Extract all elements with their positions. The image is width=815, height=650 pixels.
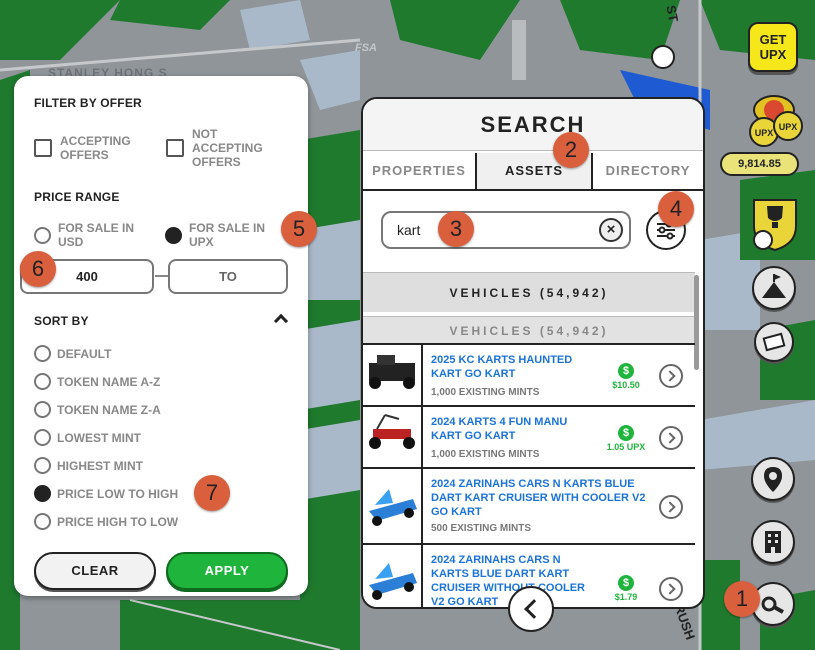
upx-label: FOR SALE IN UPX xyxy=(189,221,266,249)
chevron-left-icon[interactable] xyxy=(508,586,554,632)
item-mints: 500 EXISTING MINTS xyxy=(431,523,532,534)
not-accepting-offers-checkbox[interactable] xyxy=(166,139,184,157)
sort-option-highest-mint: HIGHEST MINT xyxy=(57,459,143,473)
item-price: 1.05 UPX xyxy=(606,442,646,452)
ticket-button[interactable] xyxy=(754,322,794,362)
sort-radio-token-a-z[interactable] xyxy=(34,373,51,390)
get-upx-button[interactable]: GET UPX xyxy=(748,22,798,72)
category-header[interactable]: VEHICLES (54,942) xyxy=(363,272,695,312)
item-name: 2025 KC KARTS HAUNTED KART GO KART xyxy=(431,354,573,380)
sort-option-price-high-low: PRICE HIGH TO LOW xyxy=(57,515,179,529)
dollar-icon: $ xyxy=(618,425,634,441)
accepting-offers-label: ACCEPTING OFFERS xyxy=(60,134,131,162)
usd-label: FOR SALE IN USD xyxy=(58,221,135,249)
sort-option-lowest-mint: LOWEST MINT xyxy=(57,431,141,445)
sort-radio-lowest-mint[interactable] xyxy=(34,429,51,446)
chevron-right-icon[interactable] xyxy=(659,495,683,519)
item-name: 2024 ZARINAHS CARS N KARTS BLUE DART KAR… xyxy=(431,478,646,518)
sort-option-default: DEFAULT xyxy=(57,347,112,361)
search-input[interactable]: kart × xyxy=(381,211,631,249)
apply-button[interactable]: APPLY xyxy=(166,552,288,590)
upx-radio[interactable] xyxy=(165,227,182,244)
item-name: 2024 ZARINAHS CARS N KARTS BLUE DART KAR… xyxy=(431,554,585,608)
item-price: $1.79 xyxy=(614,592,638,602)
item-mints: 1,000 EXISTING MINTS xyxy=(431,449,540,460)
upx-coins-icon[interactable]: UPX UPX xyxy=(748,92,808,154)
svg-text:UPX: UPX xyxy=(755,128,774,138)
mountain-flag-icon xyxy=(762,274,786,298)
dollar-icon: $ xyxy=(618,575,634,591)
not-accepting-offers-label: NOT ACCEPTING OFFERS xyxy=(192,127,263,169)
annotation-badge: 4 xyxy=(658,191,694,227)
search-panel: SEARCH PROPERTIES ASSETS DIRECTORY kart … xyxy=(361,97,705,609)
chevron-right-icon[interactable] xyxy=(659,364,683,388)
accepting-offers-checkbox[interactable] xyxy=(34,139,52,157)
price-tag: $ $1.79 xyxy=(601,573,651,602)
filter-by-offer-title: FILTER BY OFFER xyxy=(34,96,142,110)
kart-thumbnail xyxy=(363,345,423,405)
annotation-badge: 7 xyxy=(194,475,230,511)
annotation-badge: 2 xyxy=(553,132,589,168)
map-pin-icon xyxy=(764,467,782,492)
clear-button[interactable]: CLEAR xyxy=(34,552,156,590)
sort-radio-default[interactable] xyxy=(34,345,51,362)
tab-directory[interactable]: DIRECTORY xyxy=(593,153,703,189)
building-button[interactable] xyxy=(751,520,795,564)
kart-thumbnail xyxy=(363,407,423,467)
search-title: SEARCH xyxy=(363,99,703,151)
sort-radio-price-high-low[interactable] xyxy=(34,513,51,530)
chevron-right-icon[interactable] xyxy=(659,426,683,450)
item-name: 2024 KARTS 4 FUN MANU KART GO KART xyxy=(431,416,568,442)
sort-radio-price-low-high[interactable] xyxy=(34,485,51,502)
item-price: $10.50 xyxy=(612,380,640,390)
svg-text:UPX: UPX xyxy=(779,122,798,132)
max-price-input[interactable]: TO xyxy=(168,259,288,294)
trophy-icon[interactable] xyxy=(750,196,800,252)
list-item[interactable]: 2024 KARTS 4 FUN MANU KART GO KART 1,000… xyxy=(363,405,695,467)
search-query: kart xyxy=(397,222,421,238)
price-tag: $1.05 UPX xyxy=(601,423,651,452)
tab-properties[interactable]: PROPERTIES xyxy=(363,153,475,189)
dollar-icon: $ xyxy=(618,363,634,379)
sort-option-token-z-a: TOKEN NAME Z-A xyxy=(57,403,161,417)
location-button[interactable] xyxy=(751,457,795,501)
search-tabs: PROPERTIES ASSETS DIRECTORY xyxy=(363,153,703,191)
sort-radio-token-z-a[interactable] xyxy=(34,401,51,418)
chevron-up-icon[interactable] xyxy=(273,313,289,329)
sort-option-price-low-high: PRICE LOW TO HIGH xyxy=(57,487,179,501)
map-label: FSA xyxy=(355,42,377,54)
annotation-badge: 3 xyxy=(438,211,474,247)
clear-search-icon[interactable]: × xyxy=(599,218,623,242)
price-range-title: PRICE RANGE xyxy=(34,190,120,204)
list-item[interactable]: 2025 KC KARTS HAUNTED KART GO KART 1,000… xyxy=(363,343,695,405)
range-dash xyxy=(155,275,168,277)
annotation-badge: 6 xyxy=(20,251,56,287)
price-tag: $ $10.50 xyxy=(601,361,651,390)
kart-thumbnail xyxy=(363,469,423,543)
filter-panel: FILTER BY OFFER ACCEPTING OFFERS NOT ACC… xyxy=(14,76,308,596)
street-label: ST xyxy=(663,4,682,23)
list-item[interactable]: 2024 ZARINAHS CARS N KARTS BLUE DART KAR… xyxy=(363,467,695,543)
sort-radio-highest-mint[interactable] xyxy=(34,457,51,474)
sort-by-title: SORT BY xyxy=(34,314,89,328)
annotation-badge: 1 xyxy=(724,581,760,617)
item-mints: 1,000 EXISTING MINTS xyxy=(431,387,540,398)
sort-option-token-a-z: TOKEN NAME A-Z xyxy=(57,375,161,389)
ticket-icon xyxy=(762,332,786,352)
category-header-sticky: VEHICLES (54,942) xyxy=(363,316,695,344)
usd-radio[interactable] xyxy=(34,227,51,244)
kart-thumbnail xyxy=(363,545,423,607)
annotation-badge: 5 xyxy=(281,211,317,247)
flag-button[interactable] xyxy=(752,266,796,310)
upx-balance: 9,814.85 xyxy=(720,152,799,176)
chevron-right-icon[interactable] xyxy=(659,577,683,601)
building-icon xyxy=(765,531,781,553)
